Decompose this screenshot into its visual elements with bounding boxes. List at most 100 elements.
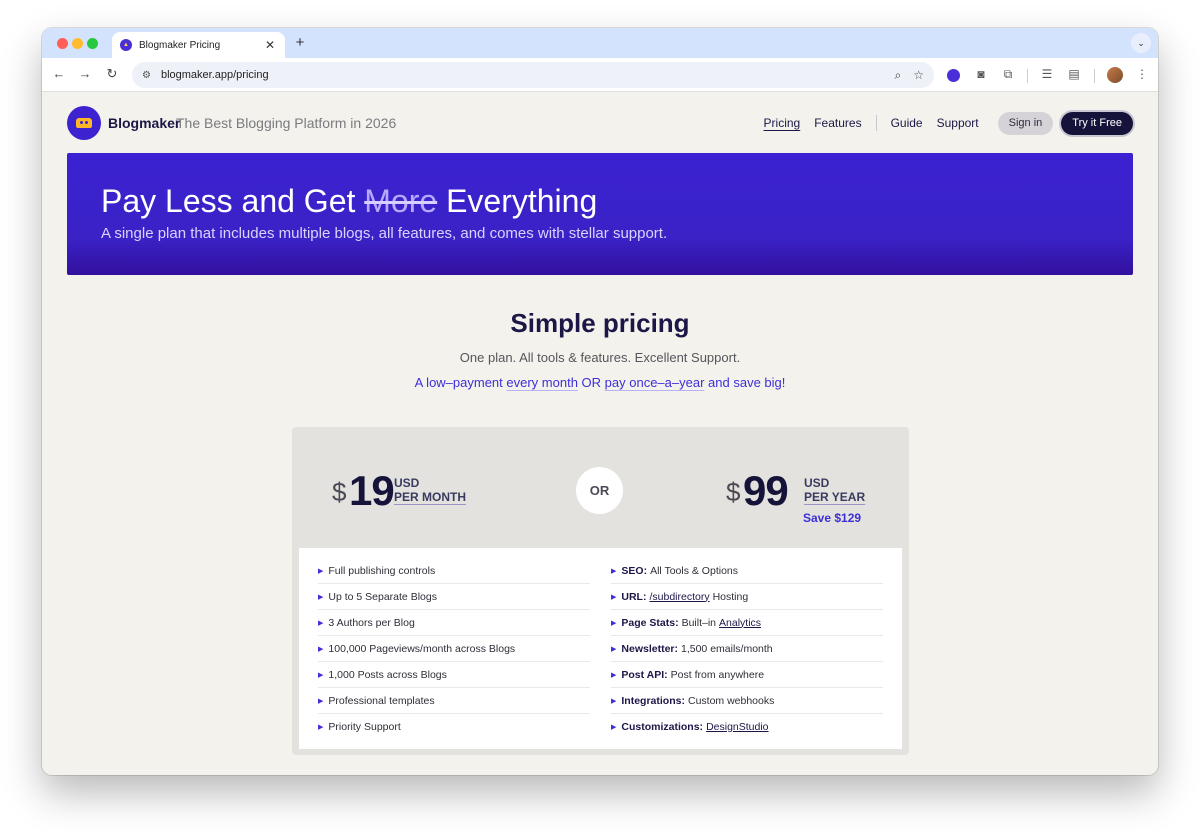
main-nav: Pricing Features Guide Support Sign in T… — [750, 106, 1133, 140]
chevron-down-icon[interactable]: ⌄ — [1131, 33, 1151, 53]
pricing-card: $ 19 USD PER MONTH OR $ 99 USD PER YEAR … — [292, 427, 909, 755]
list-item: ▶ URL:/subdirectory Hosting — [611, 584, 883, 610]
hero-title-part: Everything — [437, 183, 598, 219]
tab-title: Blogmaker Pricing — [139, 39, 221, 51]
feature-text: All Tools & Options — [650, 564, 738, 577]
feature-text: Hosting — [712, 590, 749, 603]
nav-guide[interactable]: Guide — [891, 116, 923, 130]
browser-window: ▲ Blogmaker Pricing ✕ + ⌄ ← → ↻ ⚙ blogma… — [42, 28, 1158, 775]
list-item: ▶ Newsletter: 1,500 emails/month — [611, 636, 883, 662]
monthly-link[interactable]: every month — [506, 375, 578, 390]
address-bar[interactable]: ⚙ blogmaker.app/pricing ⌕ ☆ — [132, 62, 934, 88]
zoom-icon[interactable]: ⌕ — [895, 68, 902, 83]
toolbar-divider — [1094, 69, 1095, 83]
list-item: ▶ Up to 5 Separate Blogs — [318, 584, 590, 610]
more-menu-icon[interactable]: ⋮ — [1134, 67, 1150, 81]
or-badge: OR — [576, 467, 623, 514]
bullet-icon: ▶ — [611, 567, 617, 575]
minimize-window-button[interactable] — [72, 38, 83, 49]
tagline-text: OR — [577, 375, 605, 390]
try-free-button[interactable]: Try it Free — [1061, 111, 1133, 135]
features-left-column: ▶ Full publishing controls ▶ Up to 5 Separ… — [318, 558, 590, 749]
subdirectory-link[interactable]: /subdirectory — [649, 591, 709, 603]
feature-key: Customizations: — [621, 721, 704, 733]
list-item: ▶ 1,000 Posts across Blogs — [318, 662, 590, 688]
pricing-tagline: A low–payment every month OR pay once–a–… — [42, 375, 1158, 390]
nav-features[interactable]: Features — [814, 116, 861, 130]
site-settings-icon[interactable]: ⚙ — [142, 70, 151, 81]
back-arrow-icon[interactable]: ← — [50, 66, 68, 81]
bullet-icon: ▶ — [611, 645, 617, 653]
price-amount: 19 — [349, 467, 395, 514]
currency-symbol: $ — [726, 477, 741, 507]
tagline-text: and save big! — [704, 375, 786, 390]
currency-symbol: $ — [332, 477, 347, 507]
list-item: ▶ Customizations: DesignStudio — [611, 714, 883, 740]
feature-key: SEO: — [621, 564, 648, 577]
reading-list-icon[interactable]: ☰ — [1039, 67, 1055, 81]
close-window-button[interactable] — [57, 38, 68, 49]
feature-text: Full publishing controls — [328, 564, 436, 577]
yearly-link[interactable]: pay once–a–year — [605, 375, 705, 390]
feature-text: Custom webhooks — [687, 694, 775, 707]
feature-text: Priority Support — [328, 721, 401, 733]
bullet-icon: ▶ — [611, 671, 617, 679]
brand-name[interactable]: Blogmaker — [108, 115, 180, 131]
feature-text: 100,000 Pageviews/month across Blogs — [328, 642, 516, 655]
bullet-icon: ▶ — [318, 671, 324, 679]
designstudio-link[interactable]: DesignStudio — [706, 721, 768, 733]
bullet-icon: ▶ — [611, 724, 617, 731]
toolbar-divider — [1027, 69, 1028, 83]
site-header: Blogmaker The Best Blogging Platform in … — [67, 106, 1133, 140]
savings-label: Save $129 — [803, 511, 862, 525]
feature-key: URL: — [621, 590, 647, 603]
nav-support[interactable]: Support — [937, 116, 979, 130]
feature-text: Up to 5 Separate Blogs — [328, 590, 437, 603]
list-item: ▶ 3 Authors per Blog — [318, 610, 590, 636]
close-tab-icon[interactable]: ✕ — [263, 38, 277, 52]
browser-tab[interactable]: ▲ Blogmaker Pricing ✕ — [112, 32, 285, 58]
feature-text: Built–in — [681, 616, 717, 629]
bullet-icon: ▶ — [318, 724, 324, 731]
maximize-window-button[interactable] — [87, 38, 98, 49]
list-item: ▶ 100,000 Pageviews/month across Blogs — [318, 636, 590, 662]
sign-in-button[interactable]: Sign in — [997, 111, 1054, 135]
bullet-icon: ▶ — [611, 619, 617, 627]
tagline-text: A low–payment — [414, 375, 507, 390]
feature-text: 3 Authors per Blog — [328, 616, 415, 629]
bullet-icon: ▶ — [318, 697, 324, 705]
price-amount: 99 — [743, 467, 789, 514]
analytics-link[interactable]: Analytics — [719, 617, 761, 629]
bullet-icon: ▶ — [611, 593, 617, 601]
forward-arrow-icon[interactable]: → — [76, 66, 94, 81]
pricing-subtitle: One plan. All tools & features. Excellen… — [459, 350, 741, 365]
hero-title-strikethrough: More — [364, 183, 438, 219]
price-period[interactable]: PER YEAR — [804, 490, 865, 504]
list-item: ▶ Professional templates — [318, 688, 590, 714]
blogmaker-extension-icon[interactable] — [947, 69, 960, 82]
bookmark-star-icon[interactable]: ☆ — [913, 68, 924, 82]
reload-icon[interactable]: ↻ — [103, 66, 121, 82]
browser-toolbar: ← → ↻ ⚙ blogmaker.app/pricing ⌕ ☆ ◙ ⧉ ☰ … — [42, 58, 1158, 92]
bullet-icon: ▶ — [318, 593, 324, 601]
features-list: ▶ Full publishing controls ▶ Up to 5 Separ… — [299, 548, 902, 749]
feature-text: Post from anywhere — [670, 668, 765, 681]
url-text[interactable]: blogmaker.app/pricing — [161, 69, 883, 81]
nav-divider — [875, 115, 877, 131]
feature-text: Professional templates — [328, 694, 435, 707]
price-period[interactable]: PER MONTH — [394, 490, 466, 504]
reader-mode-icon[interactable]: ▤ — [1066, 67, 1082, 81]
bullet-icon: ▶ — [318, 645, 324, 653]
brand-tagline: The Best Blogging Platform in 2026 — [176, 115, 397, 131]
price-currency-code: USD — [804, 476, 830, 490]
camera-icon[interactable]: ◙ — [973, 67, 989, 81]
profile-avatar[interactable] — [1107, 67, 1123, 83]
feature-key: Newsletter: — [621, 642, 678, 655]
feature-text: 1,500 emails/month — [681, 642, 773, 655]
nav-pricing[interactable]: Pricing — [764, 116, 801, 130]
new-tab-icon[interactable]: + — [292, 34, 308, 51]
extensions-puzzle-icon[interactable]: ⧉ — [1000, 67, 1016, 82]
list-item: ▶ Page Stats: Built–in Analytics — [611, 610, 883, 636]
blogmaker-logo-icon[interactable] — [67, 106, 101, 140]
tab-strip: ▲ Blogmaker Pricing ✕ + ⌄ — [42, 28, 1158, 58]
